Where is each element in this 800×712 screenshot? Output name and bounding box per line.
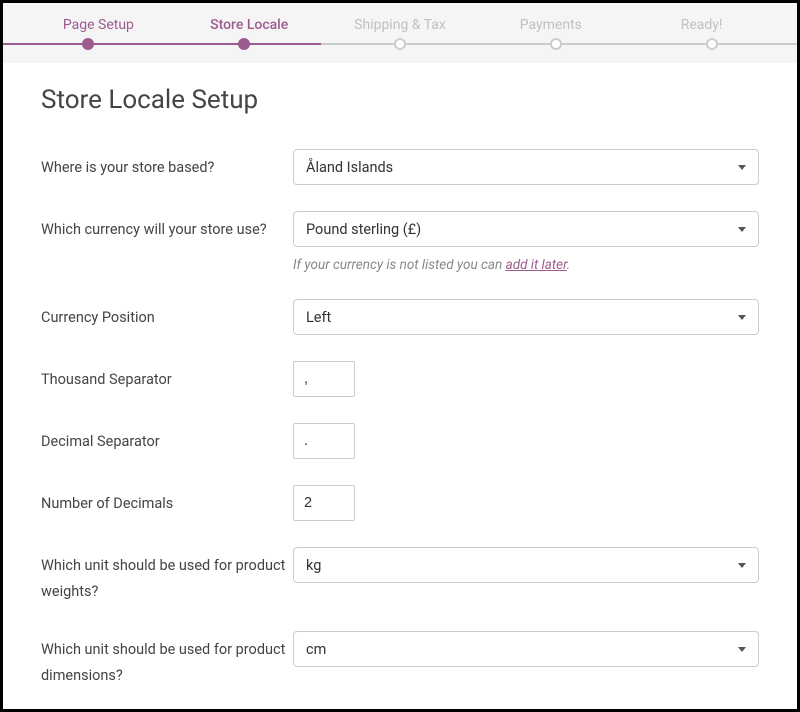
currency-helper-prefix: If your currency is not listed you can (293, 257, 506, 273)
label-decimal-separator: Decimal Separator (41, 423, 293, 455)
select-currency-position[interactable]: Left (293, 299, 759, 335)
input-number-decimals[interactable] (293, 485, 355, 521)
select-weight-unit-value: kg (306, 557, 321, 574)
wizard-step-ready: Ready! (626, 17, 777, 33)
currency-add-later-link[interactable]: add it later (506, 257, 567, 273)
row-store-location: Where is your store based? Åland Islands (41, 149, 759, 185)
progress-dots (3, 38, 797, 50)
row-currency-position: Currency Position Left (41, 299, 759, 335)
row-weight-unit: Which unit should be used for product we… (41, 547, 759, 605)
label-number-decimals: Number of Decimals (41, 485, 293, 517)
label-currency-position: Currency Position (41, 299, 293, 331)
label-weight-unit: Which unit should be used for product we… (41, 547, 293, 605)
select-store-location[interactable]: Åland Islands (293, 149, 759, 185)
page-title: Store Locale Setup (41, 85, 759, 115)
row-decimal-separator: Decimal Separator (41, 423, 759, 459)
currency-helper: If your currency is not listed you can a… (293, 257, 759, 273)
progress-bar (3, 43, 797, 45)
label-dimension-unit: Which unit should be used for product di… (41, 631, 293, 689)
select-currency-position-value: Left (306, 309, 331, 326)
row-dimension-unit: Which unit should be used for product di… (41, 631, 759, 689)
row-number-decimals: Number of Decimals (41, 485, 759, 521)
row-thousand-separator: Thousand Separator (41, 361, 759, 397)
progress-dot-4 (550, 38, 562, 50)
row-currency: Which currency will your store use? Poun… (41, 211, 759, 273)
label-currency: Which currency will your store use? (41, 211, 293, 243)
wizard-step-shipping-tax: Shipping & Tax (325, 17, 476, 33)
wizard-progress: Page Setup Store Locale Shipping & Tax P… (3, 3, 797, 63)
currency-helper-suffix: . (567, 257, 570, 273)
wizard-step-payments: Payments (475, 17, 626, 33)
select-dimension-unit[interactable]: cm (293, 631, 759, 667)
label-thousand-separator: Thousand Separator (41, 361, 293, 393)
progress-dot-1 (82, 38, 94, 50)
progress-dot-5 (706, 38, 718, 50)
select-currency[interactable]: Pound sterling (£) (293, 211, 759, 247)
progress-dot-2 (238, 38, 250, 50)
label-store-location: Where is your store based? (41, 149, 293, 181)
input-thousand-separator[interactable] (293, 361, 355, 397)
input-decimal-separator[interactable] (293, 423, 355, 459)
wizard-step-store-locale[interactable]: Store Locale (174, 17, 325, 33)
select-weight-unit[interactable]: kg (293, 547, 759, 583)
select-currency-value: Pound sterling (£) (306, 221, 421, 238)
select-store-location-value: Åland Islands (306, 159, 393, 176)
content-panel: Store Locale Setup Where is your store b… (19, 63, 781, 689)
wizard-step-page-setup[interactable]: Page Setup (23, 17, 174, 33)
select-dimension-unit-value: cm (306, 641, 326, 658)
progress-dot-3 (394, 38, 406, 50)
